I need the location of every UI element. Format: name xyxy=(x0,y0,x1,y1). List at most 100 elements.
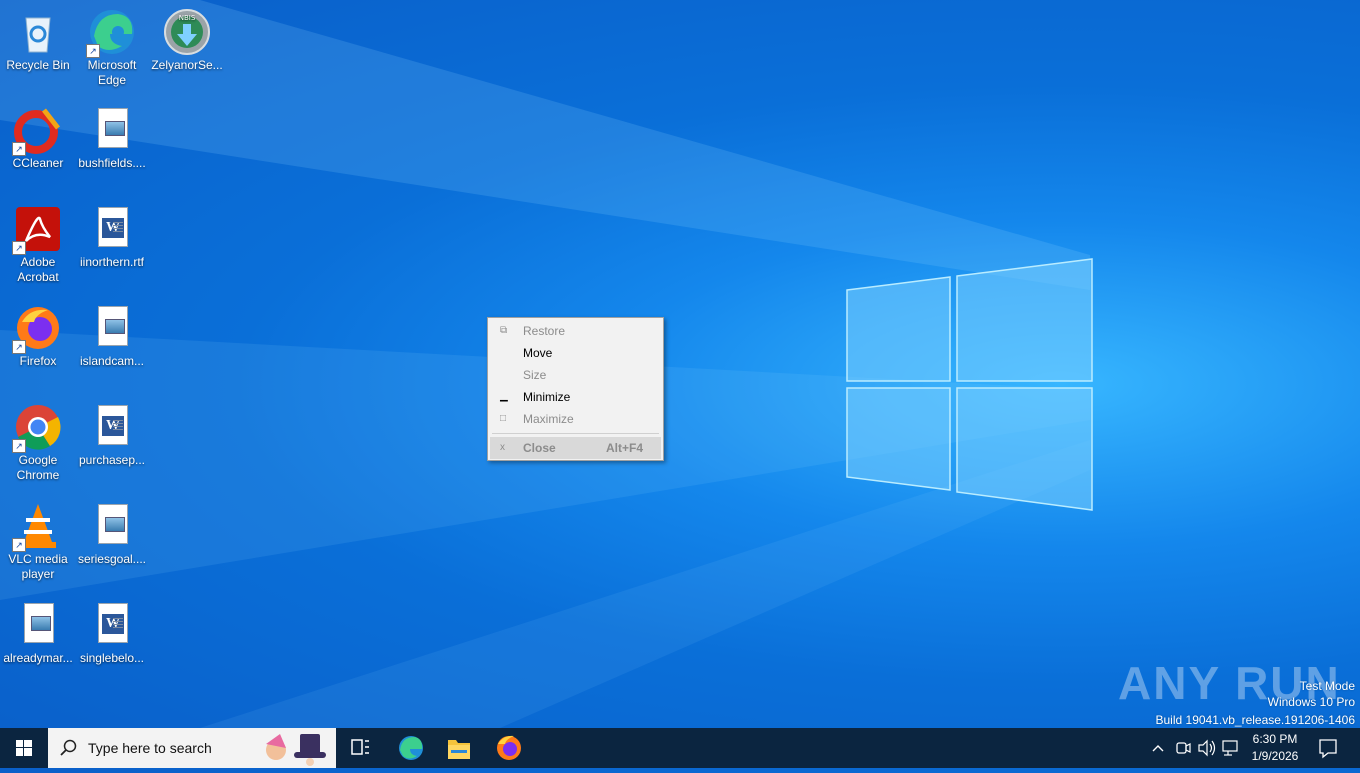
desktop-icon-label: Adobe Acrobat xyxy=(17,255,59,284)
task-view-icon xyxy=(351,739,369,755)
desktop-icon-label: singlebelo... xyxy=(79,651,145,665)
chevron-up-icon xyxy=(1152,745,1164,752)
desktop-icon-label: iinorthern.rtf xyxy=(79,255,145,269)
desktop-icon-label: Firefox xyxy=(19,354,57,368)
edge-icon xyxy=(399,736,423,760)
chrome-icon: ↗ xyxy=(12,403,62,453)
menu-item-size[interactable]: Size xyxy=(490,364,661,386)
volume-button[interactable] xyxy=(1196,728,1218,768)
start-button[interactable] xyxy=(0,728,48,768)
desktop-icon-label: seriesgoal.... xyxy=(77,552,147,566)
ccleaner-icon: ↗ xyxy=(12,106,62,156)
desktop-icon-label: Recycle Bin xyxy=(6,58,70,72)
taskbar: Type here to search 6:30 PM 1/9/2026 xyxy=(0,728,1360,768)
desktop-icon-ccleaner[interactable]: ↗ CCleaner xyxy=(0,106,76,171)
shortcut-arrow-icon: ↗ xyxy=(12,538,26,552)
menu-item-restore[interactable]: ⧉ Restore xyxy=(490,320,661,342)
menu-separator xyxy=(492,433,659,434)
desktop-icon-label: alreadymar... xyxy=(3,651,73,665)
desktop-icon-adobe-acrobat[interactable]: ↗ Adobe Acrobat xyxy=(0,205,76,285)
menu-item-close[interactable]: x Close Alt+F4 xyxy=(490,437,661,459)
desktop-icon-recycle-bin[interactable]: Recycle Bin xyxy=(0,8,76,73)
desktop-icon-image-file[interactable]: alreadymar... xyxy=(0,601,76,666)
word-document-icon: W xyxy=(88,403,136,451)
wallpaper-beams xyxy=(0,0,1090,728)
image-file-icon xyxy=(14,601,62,649)
clock-button[interactable]: 6:30 PM 1/9/2026 xyxy=(1246,728,1304,768)
menu-item-move[interactable]: Move xyxy=(490,342,661,364)
desktop-icon-label: Microsoft Edge xyxy=(87,58,137,87)
windows-start-icon xyxy=(16,740,32,756)
taskbar-firefox-button[interactable] xyxy=(485,728,533,768)
desktop-icon-label: islandcam... xyxy=(79,354,145,368)
show-hidden-icons-button[interactable] xyxy=(1148,728,1168,768)
menu-item-label: Maximize xyxy=(523,412,574,426)
search-placeholder: Type here to search xyxy=(88,740,212,756)
vlc-icon: ↗ xyxy=(12,502,62,552)
desktop-icon-label: Google Chrome xyxy=(16,453,60,482)
restore-icon: ⧉ xyxy=(500,325,508,336)
desktop-icon-label: CCleaner xyxy=(12,156,64,170)
installer-icon: NBIS xyxy=(163,8,211,56)
desktop-icon-word-document[interactable]: W purchasep... xyxy=(74,403,150,468)
action-center-button[interactable] xyxy=(1308,728,1348,768)
menu-item-label: Size xyxy=(523,368,547,382)
desktop-icon-vlc[interactable]: ↗ VLC media player xyxy=(0,502,76,582)
desktop-icon-label: purchasep... xyxy=(78,453,146,467)
shortcut-arrow-icon: ↗ xyxy=(86,44,100,58)
desktop-icon-label: ZelyanorSe... xyxy=(151,58,223,72)
desktop-icon-google-chrome[interactable]: ↗ Google Chrome xyxy=(0,403,76,483)
adobe-acrobat-icon: ↗ xyxy=(12,205,62,255)
shortcut-arrow-icon: ↗ xyxy=(12,241,26,255)
taskbar-edge-button[interactable] xyxy=(387,728,435,768)
desktop-icon-word-document[interactable]: W singlebelo... xyxy=(74,601,150,666)
file-explorer-icon xyxy=(448,740,470,759)
desktop-icon-microsoft-edge[interactable]: ↗ Microsoft Edge xyxy=(74,8,150,88)
shortcut-arrow-icon: ↗ xyxy=(12,340,26,354)
menu-item-shortcut: Alt+F4 xyxy=(605,441,643,455)
shortcut-arrow-icon: ↗ xyxy=(12,142,26,156)
test-mode-label: Test Mode xyxy=(1299,679,1355,693)
desktop-icon-image-file[interactable]: bushfields.... xyxy=(74,106,150,171)
menu-item-label: Minimize xyxy=(523,390,571,404)
network-button[interactable] xyxy=(1220,728,1242,768)
close-icon: x xyxy=(500,442,505,453)
task-view-button[interactable] xyxy=(336,728,384,768)
firefox-icon xyxy=(497,735,521,760)
clock-time: 6:30 PM xyxy=(1252,732,1298,746)
minimize-icon: ▁ xyxy=(500,391,508,402)
word-document-icon: W xyxy=(88,601,136,649)
shortcut-arrow-icon: ↗ xyxy=(12,439,26,453)
word-document-icon: W xyxy=(88,205,136,253)
search-highlight-illustration-icon xyxy=(266,734,326,766)
clock-date: 1/9/2026 xyxy=(1251,749,1299,763)
search-icon xyxy=(60,739,77,756)
menu-item-label: Move xyxy=(523,346,553,360)
nbis-badge-text: NBIS xyxy=(179,14,196,22)
image-file-icon xyxy=(88,502,136,550)
windows-logo-wallpaper xyxy=(846,258,1093,511)
menu-item-minimize[interactable]: ▁ Minimize xyxy=(490,386,661,408)
notification-icon xyxy=(1319,739,1337,759)
maximize-icon: □ xyxy=(500,413,507,424)
windows-edition-label: Windows 10 Pro xyxy=(1267,695,1355,709)
camera-icon xyxy=(1176,742,1191,754)
taskbar-search-box[interactable]: Type here to search xyxy=(48,728,336,768)
desktop-icon-image-file[interactable]: islandcam... xyxy=(74,304,150,369)
meet-now-button[interactable] xyxy=(1172,728,1194,768)
desktop-icon-firefox[interactable]: ↗ Firefox xyxy=(0,304,76,369)
menu-item-maximize[interactable]: □ Maximize xyxy=(490,408,661,430)
firefox-icon: ↗ xyxy=(12,304,62,354)
network-icon xyxy=(1222,740,1238,756)
taskbar-file-explorer-button[interactable] xyxy=(435,728,483,768)
recycle-bin-icon xyxy=(14,8,62,56)
menu-item-label: Close xyxy=(523,441,556,455)
image-file-icon xyxy=(88,304,136,352)
desktop-icon-image-file[interactable]: seriesgoal.... xyxy=(74,502,150,567)
desktop-icon-rtf-document[interactable]: W iinorthern.rtf xyxy=(74,205,150,270)
system-context-menu: ⧉ Restore Move Size ▁ Minimize □ Maximiz… xyxy=(487,317,664,461)
desktop-icon-label: bushfields.... xyxy=(78,156,146,170)
desktop-icon-zelyanor[interactable]: NBIS ZelyanorSe... xyxy=(149,8,225,73)
desktop-icon-label: VLC media player xyxy=(8,552,68,581)
image-file-icon xyxy=(88,106,136,154)
